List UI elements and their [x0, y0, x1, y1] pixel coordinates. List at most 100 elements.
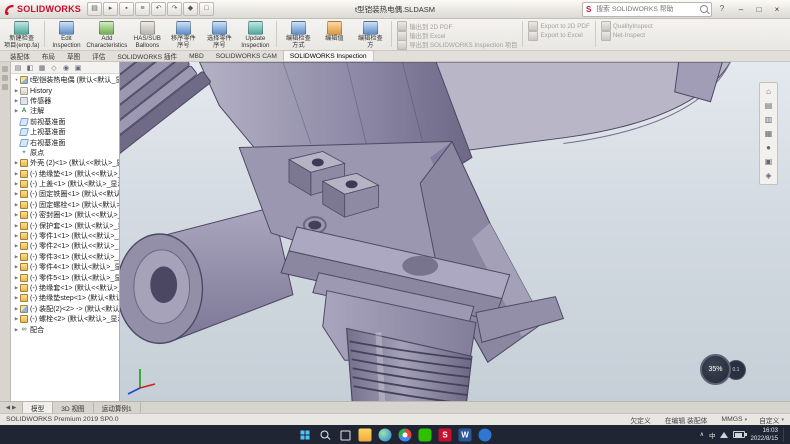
solidworks-app-button[interactable]: S — [439, 428, 452, 441]
ribbon-button[interactable]: Edit Inspection — [48, 20, 84, 50]
tree-item[interactable]: ▶ (-) 零件2<1> (默认<<默认>_显示状态-1>) — [11, 241, 119, 251]
view-palette-icon[interactable]: ▦ — [762, 127, 775, 140]
close-button[interactable]: × — [768, 2, 786, 16]
network-icon[interactable] — [720, 432, 728, 438]
expand-arrow-icon[interactable]: ▶ — [13, 212, 20, 218]
document-tab[interactable]: 3D 视图 — [53, 402, 93, 413]
design-library-icon[interactable]: ▤ — [762, 99, 775, 112]
command-tab[interactable]: SOLIDWORKS CAM — [210, 51, 283, 61]
ime-indicator[interactable]: 中 — [709, 430, 716, 440]
tree-item[interactable]: ▶ (-) 零件4<1> (默认<默认>_显示状态-1>) — [11, 262, 119, 272]
command-tab[interactable]: SOLIDWORKS Inspection — [283, 50, 374, 61]
rebuild-icon[interactable]: ◆ — [183, 2, 198, 16]
tree-item[interactable]: ▶ (-) 上盖<1> (默认<默认>_显示状态-1>) — [11, 179, 119, 189]
configurationmanager-tab-icon[interactable]: ▦ — [37, 64, 47, 72]
scroll-left-icon[interactable]: ◀ — [6, 405, 10, 411]
command-tab[interactable]: SOLIDWORKS 插件 — [111, 51, 183, 61]
undo-icon[interactable]: ↶ — [151, 2, 166, 16]
blue-app-button[interactable] — [479, 428, 492, 441]
hidden-icons-chevron[interactable]: ∧ — [700, 431, 704, 438]
forum-icon[interactable]: ◈ — [762, 169, 775, 182]
tree-item[interactable]: ▶ (-) 固定螺栓<1> (默认<默认>_显示状态-1>) — [11, 200, 119, 210]
ribbon-export-item[interactable]: Export to Excel — [528, 31, 589, 39]
command-tab[interactable]: 装配体 — [4, 51, 36, 61]
task-view-button[interactable] — [339, 428, 352, 441]
expand-arrow-icon[interactable]: ▶ — [13, 223, 20, 229]
tree-item[interactable]: ▶ (-) 零件1<1> (默认<<默认>_显示状态-1>) — [11, 231, 119, 241]
featuremanager-tab-icon[interactable]: ▤ — [13, 64, 23, 72]
scroll-right-icon[interactable]: ▶ — [12, 405, 16, 411]
expand-arrow-icon[interactable]: ▶ — [13, 88, 20, 94]
tree-item[interactable]: 上视基准面 — [11, 127, 119, 137]
show-desktop-button[interactable] — [783, 428, 786, 442]
ribbon-button[interactable]: 编辑值 — [316, 20, 352, 50]
tree-item[interactable]: ▶ (-) 密封圈<1> (默认<<默认>_显示状态-1>) — [11, 210, 119, 220]
expand-arrow-icon[interactable]: ▾ — [13, 77, 20, 83]
ribbon-button[interactable]: 编辑检查 方 — [352, 20, 388, 50]
document-tab[interactable]: 模型 — [23, 402, 53, 413]
options-icon[interactable]: □ — [199, 2, 214, 16]
ribbon-button[interactable]: Add Characteristics — [84, 20, 129, 50]
tree-item[interactable]: ▶ (-) 固定铁圈<1> (默认<<默认>_显示状态-1>) — [11, 189, 119, 199]
command-tab[interactable]: MBD — [183, 51, 210, 61]
dimxpertmanager-tab-icon[interactable]: ◇ — [49, 64, 59, 72]
redo-icon[interactable]: ↷ — [167, 2, 182, 16]
tree-item[interactable]: ▶ (-) 绝缘垫step<1> (默认<默认>_显示状态-1>) — [11, 293, 119, 303]
tree-item[interactable]: ▶ (-) 螺栓<2> (默认<默认>_显示状态-1>) — [11, 314, 119, 324]
expand-arrow-icon[interactable]: ▶ — [13, 285, 20, 291]
file-explorer-icon[interactable]: ▥ — [762, 113, 775, 126]
tree-item[interactable]: ▶ History — [11, 85, 119, 95]
tree-item[interactable]: ▶ ∞ 配合 — [11, 324, 119, 334]
graphics-viewport[interactable]: ⌂▤▥▦●▣◈ 35% 0.1 — [120, 62, 790, 401]
search-input[interactable] — [594, 5, 697, 14]
tree-item[interactable]: ▾ t型铠装热电偶 (默认<默认_显示状态-1>) — [11, 75, 119, 85]
expand-arrow-icon[interactable]: ▶ — [13, 181, 20, 187]
tree-item[interactable]: + 原点 — [11, 148, 119, 158]
expand-arrow-icon[interactable]: ▶ — [13, 275, 20, 281]
expand-arrow-icon[interactable]: ▶ — [13, 202, 20, 208]
expand-arrow-icon[interactable]: ▶ — [13, 108, 20, 114]
inspection-tab-icon[interactable]: ▣ — [73, 64, 83, 72]
tree-item[interactable]: ▶ (-) 零件5<1> (默认<默认>_显示状态-1>) — [11, 272, 119, 282]
expand-arrow-icon[interactable]: ▶ — [13, 160, 20, 166]
tree-item[interactable]: 前视基准面 — [11, 117, 119, 127]
status-item[interactable]: 在编辑 装配体 — [665, 415, 710, 425]
command-tab[interactable]: 草图 — [61, 51, 86, 61]
ribbon-button[interactable]: 新建检查 项目(emp.fa) — [2, 20, 41, 50]
ribbon-button[interactable]: Update Inspection — [237, 20, 273, 50]
chrome-button[interactable] — [399, 428, 412, 441]
edge-button[interactable] — [379, 428, 392, 441]
maximize-button[interactable]: □ — [750, 2, 768, 16]
tree-item[interactable]: ▶ A 注解 — [11, 106, 119, 116]
tree-item[interactable]: ▶ (-) 保护套<1> (默认<默认>_显示状态-1>) — [11, 220, 119, 230]
ribbon-export-item[interactable]: Export to 2D PDF — [528, 22, 589, 30]
search-icon[interactable] — [700, 5, 708, 13]
search-button[interactable] — [319, 428, 332, 441]
ribbon-button[interactable]: 编辑检查 方式 — [280, 20, 316, 50]
help-search-box[interactable]: S — [582, 2, 712, 17]
expand-arrow-icon[interactable]: ▶ — [13, 327, 20, 333]
help-button[interactable]: ? — [716, 3, 728, 15]
expand-arrow-icon[interactable]: ▶ — [13, 306, 20, 312]
expand-arrow-icon[interactable]: ▶ — [13, 264, 20, 270]
task-pane-tabs[interactable]: ⌂▤▥▦●▣◈ — [759, 82, 778, 185]
tree-item[interactable]: 右视基准面 — [11, 137, 119, 147]
open-icon[interactable]: ▸ — [103, 2, 118, 16]
propertymanager-tab-icon[interactable]: ◧ — [25, 64, 35, 72]
start-button[interactable] — [299, 428, 312, 441]
word-button[interactable]: W — [459, 428, 472, 441]
file-explorer-button[interactable] — [359, 428, 372, 441]
appearances-icon[interactable]: ● — [762, 141, 775, 154]
ribbon-partner-item[interactable]: Net-Inspect — [601, 31, 653, 39]
tab-scroll-buttons[interactable]: ◀ ▶ — [0, 402, 23, 413]
ribbon-button[interactable]: 移序零件 序号 — [165, 20, 201, 50]
expand-arrow-icon[interactable]: ▶ — [13, 295, 20, 301]
ribbon-export-item[interactable]: 输出到 Excel — [397, 31, 517, 39]
wechat-button[interactable] — [419, 428, 432, 441]
expand-arrow-icon[interactable]: ▶ — [13, 233, 20, 239]
expand-arrow-icon[interactable]: ▶ — [13, 191, 20, 197]
expand-arrow-icon[interactable]: ▶ — [13, 254, 20, 260]
status-item[interactable]: 自定义 ▾ — [759, 415, 784, 425]
clock[interactable]: 16:03 2022/8/15 — [750, 427, 778, 443]
ribbon-button[interactable]: HAS/SUB Balloons — [129, 20, 165, 50]
